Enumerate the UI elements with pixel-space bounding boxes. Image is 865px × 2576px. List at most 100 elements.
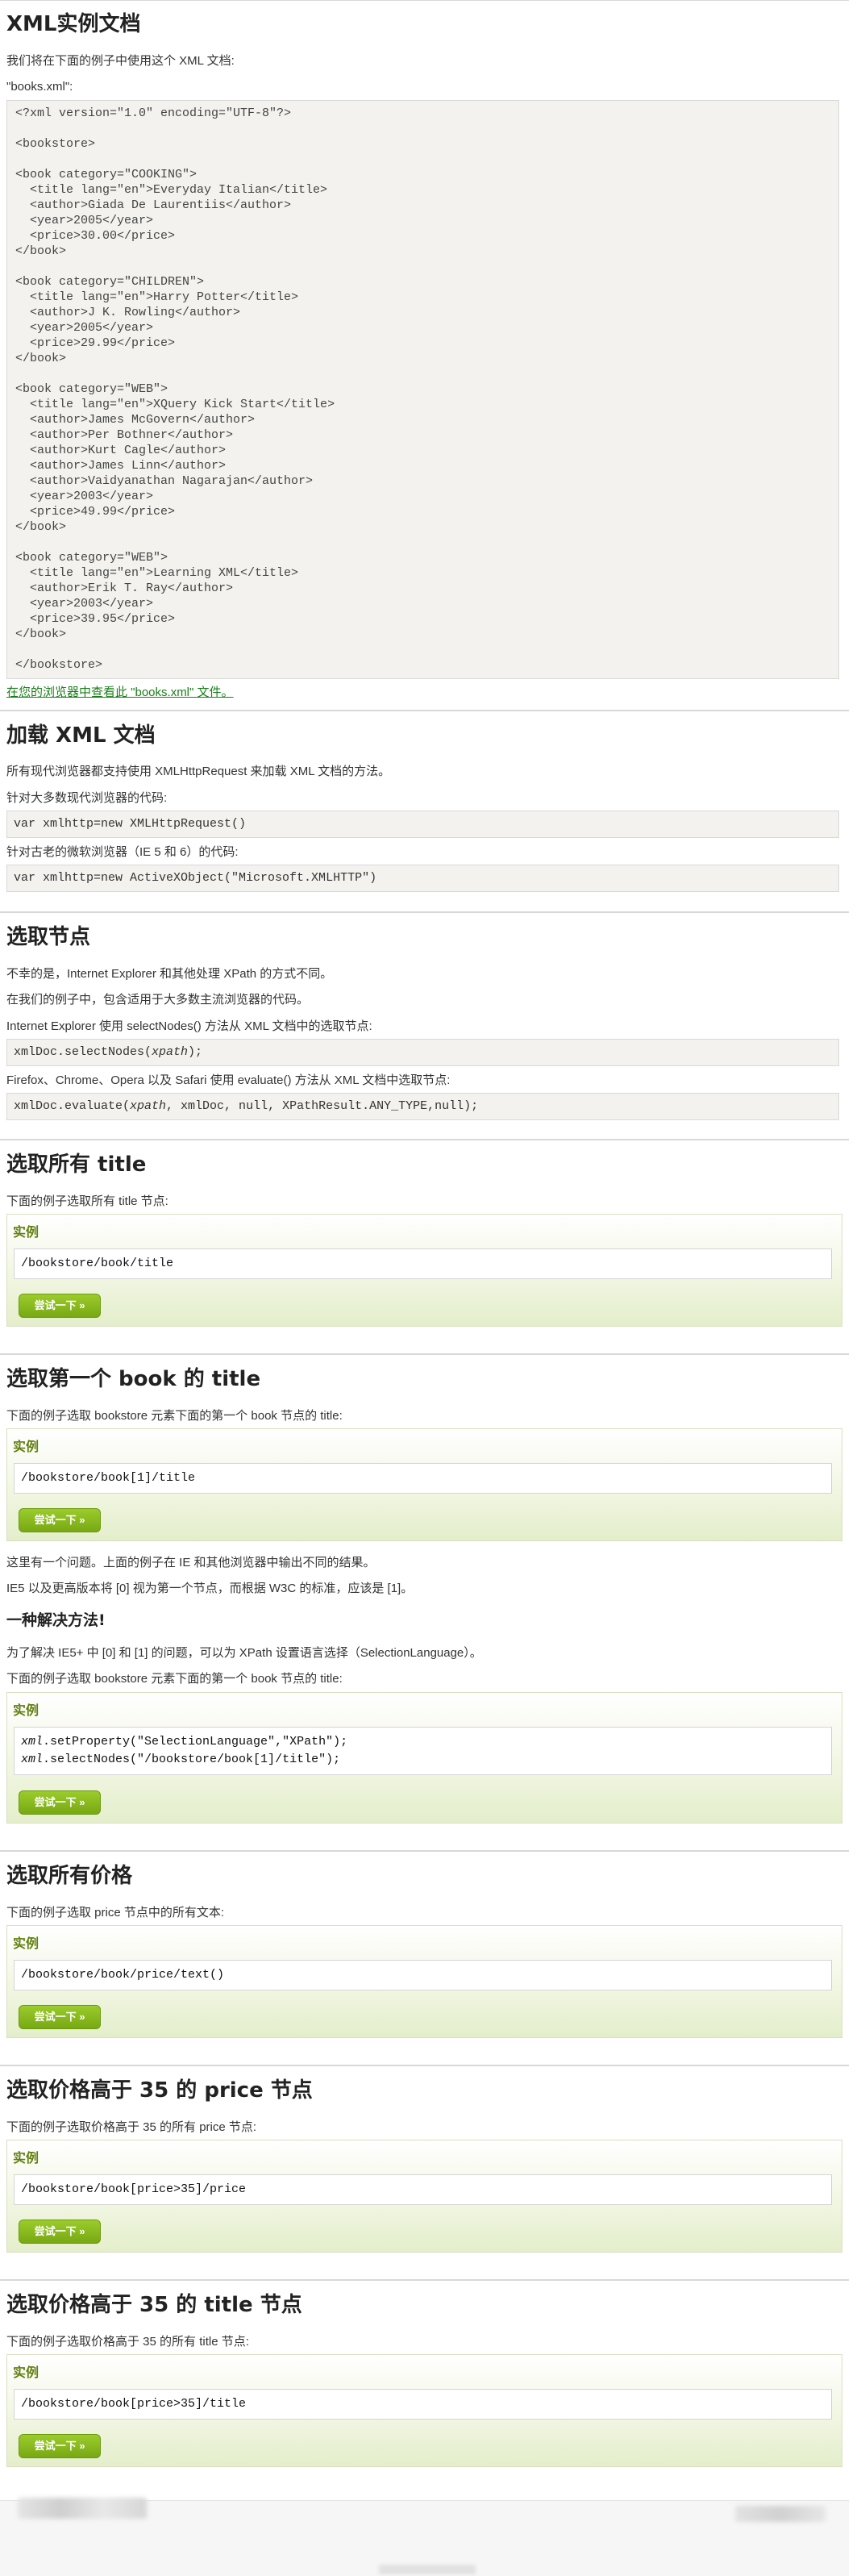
xml-source-line: <year>2003</year>	[15, 490, 154, 503]
try-it-button[interactable]: 尝试一下 »	[19, 2434, 101, 2458]
example-label: 实例	[13, 2366, 40, 2380]
xml-source-line: <book category="CHILDREN">	[15, 275, 205, 289]
try-it-button[interactable]: 尝试一下 »	[19, 1508, 101, 1532]
code-line: xml.setProperty("SelectionLanguage","XPa…	[21, 1733, 831, 1751]
xml-source-line: <author>Kurt Cagle</author>	[15, 444, 227, 457]
code-old: var xmlhttp=new ActiveXObject("Microsoft…	[6, 865, 839, 892]
try-it-button[interactable]: 尝试一下 »	[19, 2005, 101, 2029]
all-titles-desc: 下面的例子选取所有 title 节点:	[6, 1194, 168, 1208]
xml-source-line: <bookstore>	[15, 137, 96, 151]
code-ff-a: xmlDoc.evaluate(	[14, 1099, 131, 1113]
xml-source-line: <title lang="en">Harry Potter</title>	[15, 290, 299, 304]
section-title-title-gt: 选取价格高于 35 的 title 节点	[6, 2293, 302, 2317]
try-it-button[interactable]: 尝试一下 »	[19, 2220, 101, 2244]
example-code: xml .setProperty("SelectionLanguage","XPa…	[14, 1727, 832, 1775]
divider	[0, 1353, 849, 1355]
xml-source-line: <author>J K. Rowling</author>	[15, 306, 241, 319]
first-title-note1: 这里有一个问题。上面的例子在 IE 和其他浏览器中输出不同的结果。	[6, 1556, 376, 1569]
first-title-desc: 下面的例子选取 bookstore 元素下面的第一个 book 节点的 titl…	[6, 1409, 343, 1423]
xml-source-line: <book category="WEB">	[15, 551, 168, 565]
section-title-price-gt: 选取价格高于 35 的 price 节点	[6, 2078, 313, 2103]
divider	[0, 1850, 849, 1852]
example-code: /bookstore/book[price>35]/title	[14, 2389, 832, 2420]
example-code: /bookstore/book/title	[14, 1248, 832, 1279]
load-modern-label: 针对大多数现代浏览器的代码:	[6, 791, 168, 805]
example-code: /bookstore/book[1]/title	[14, 1463, 832, 1494]
code-rest: .setProperty("SelectionLanguage","XPath"…	[43, 1735, 348, 1749]
xml-source-line: <title lang="en">Everyday Italian</title…	[15, 183, 328, 197]
section-title-first-title: 选取第一个 book 的 title	[6, 1367, 261, 1391]
xml-source-line: <year>2005</year>	[15, 214, 154, 227]
xml-source-line: <?xml version="1.0" encoding="UTF-8"?>	[15, 106, 292, 120]
xml-source-line: <author>Erik T. Ray</author>	[15, 581, 234, 595]
divider	[0, 710, 849, 711]
xml-source-line: <author>James McGovern</author>	[15, 413, 256, 427]
select-p2: 在我们的例子中，包含适用于大多数主流浏览器的代码。	[6, 993, 310, 1007]
xml-source-line: <title lang="en">Learning XML</title>	[15, 566, 299, 580]
xml-source-line: <year>2005</year>	[15, 321, 154, 335]
example-box: 实例 /bookstore/book[price>35]/price 尝试一下 …	[6, 2140, 842, 2253]
section-title-load: 加载 XML 文档	[6, 723, 156, 748]
code-line: /bookstore/book[1]/title	[21, 1471, 196, 1485]
section-title-all-titles: 选取所有 title	[6, 1153, 147, 1177]
code-modern: var xmlhttp=new XMLHttpRequest()	[6, 811, 839, 838]
try-it-button[interactable]: 尝试一下 »	[19, 1790, 101, 1815]
first-title-note2: IE5 以及更高版本将 [0] 视为第一个节点，而根据 W3C 的标准，应该是 …	[6, 1582, 414, 1595]
footer-blurred-nav	[18, 2498, 147, 2519]
code-ie-c: );	[188, 1045, 203, 1059]
example-label: 实例	[13, 1226, 40, 1240]
xml-source-line: <author>Vaidyanathan Nagarajan</author>	[15, 474, 314, 488]
code-rest: .selectNodes("/bookstore/book[1]/title")…	[43, 1753, 341, 1766]
xml-source-line: <author>Per Bothner</author>	[15, 428, 234, 442]
page-title: XML实例文档	[6, 12, 141, 36]
xml-source-line: <author>James Linn</author>	[15, 459, 227, 473]
xml-source-line: </book>	[15, 520, 67, 534]
code-ff-c: , xmlDoc, null, XPathResult.ANY_TYPE,nul…	[166, 1099, 479, 1113]
section-title-prices: 选取所有价格	[6, 1864, 133, 1888]
example-box: 实例 /bookstore/book[1]/title 尝试一下 »	[6, 1428, 842, 1541]
example-code: /bookstore/book[price>35]/price	[14, 2174, 832, 2205]
xml-source-line: </book>	[15, 627, 67, 641]
xml-source-line: <book category="WEB">	[15, 382, 168, 396]
intro-text: 我们将在下面的例子中使用这个 XML 文档:	[6, 54, 235, 68]
code-line: xml.selectNodes("/bookstore/book[1]/titl…	[21, 1751, 831, 1769]
select-p1: 不幸的是，Internet Explorer 和其他处理 XPath 的方式不同…	[6, 967, 333, 981]
solution-p2: 下面的例子选取 bookstore 元素下面的第一个 book 节点的 titl…	[6, 1672, 343, 1686]
xml-source-line: <book category="COOKING">	[15, 168, 198, 181]
try-it-button[interactable]: 尝试一下 »	[19, 1294, 101, 1318]
example-label: 实例	[13, 1704, 40, 1718]
price-gt-desc: 下面的例子选取价格高于 35 的所有 price 节点:	[6, 2120, 257, 2134]
xml-source-line: <price>30.00</price>	[15, 229, 176, 243]
example-code: /bookstore/book/price/text()	[14, 1960, 832, 1990]
load-desc: 所有现代浏览器都支持使用 XMLHttpRequest 来加载 XML 文档的方…	[6, 765, 391, 778]
example-box: 实例 xml .setProperty("SelectionLanguage","…	[6, 1692, 842, 1824]
xml-source-line: <title lang="en">XQuery Kick Start</titl…	[15, 398, 335, 411]
xml-source-line: </bookstore>	[15, 658, 103, 672]
code-ff: xmlDoc.evaluate(xpath, xmlDoc, null, XPa…	[6, 1093, 839, 1120]
code-ie: xmlDoc.selectNodes(xpath);	[6, 1039, 839, 1066]
prices-desc: 下面的例子选取 price 节点中的所有文本:	[6, 1906, 225, 1919]
xml-source-line: <author>Giada De Laurentiis</author>	[15, 198, 292, 212]
example-box: 实例 /bookstore/book/title 尝试一下 »	[6, 1214, 842, 1327]
divider	[0, 0, 849, 1]
xml-source-line: <price>29.99</price>	[15, 336, 176, 350]
example-box: 实例 /bookstore/book/price/text() 尝试一下 »	[6, 1925, 842, 2038]
example-label: 实例	[13, 1937, 40, 1951]
example-box: 实例 /bookstore/book[price>35]/title 尝试一下 …	[6, 2354, 842, 2467]
code-line: /bookstore/book/price/text()	[21, 1968, 225, 1982]
example-label: 实例	[13, 1440, 40, 1454]
view-books-xml-link[interactable]: 在您的浏览器中查看此 "books.xml" 文件。	[6, 685, 234, 701]
code-line: /bookstore/book[price>35]/title	[21, 2397, 247, 2411]
code-var: xml	[21, 1753, 44, 1766]
section-title-select: 选取节点	[6, 925, 91, 949]
example-label: 实例	[13, 2152, 40, 2165]
xml-source-block: <?xml version="1.0" encoding="UTF-8"?> <b…	[6, 100, 839, 679]
xml-source-line: <year>2003</year>	[15, 597, 154, 611]
xml-source-line: </book>	[15, 244, 67, 258]
divider	[0, 2065, 849, 2066]
select-p3: Internet Explorer 使用 selectNodes() 方法从 X…	[6, 1019, 372, 1033]
solution-p1: 为了解决 IE5+ 中 [0] 和 [1] 的问题，可以为 XPath 设置语言…	[6, 1646, 482, 1660]
title-gt-desc: 下面的例子选取价格高于 35 的所有 title 节点:	[6, 2335, 249, 2349]
code-ie-b: xpath	[152, 1045, 189, 1059]
xml-source-line: <price>39.95</price>	[15, 612, 176, 626]
